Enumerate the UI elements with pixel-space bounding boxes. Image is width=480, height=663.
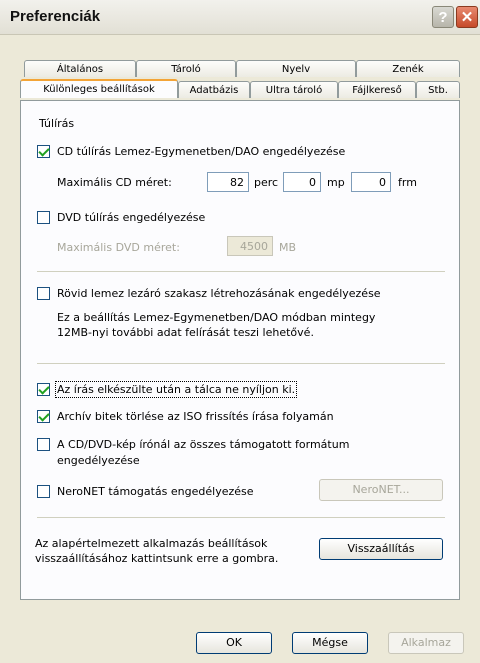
window-title: Preferenciák bbox=[10, 8, 101, 25]
dvd-max-unit: MB bbox=[279, 241, 297, 254]
dvd-overburn-label: DVD túlírás engedélyezése bbox=[57, 211, 206, 224]
help-button[interactable]: ? bbox=[432, 6, 454, 28]
cd-overburn-label: CD túlírás Lemez-Egymenetben/DAO engedél… bbox=[57, 145, 346, 158]
short-leadout-label: Rövid lemez lezáró szakasz létrehozásána… bbox=[57, 287, 381, 300]
ok-button[interactable]: OK bbox=[196, 632, 272, 654]
image-recorder-label-2: engedélyezése bbox=[57, 454, 140, 467]
separator bbox=[37, 517, 445, 518]
dvd-max-label: Maximális DVD méret: bbox=[57, 241, 180, 254]
short-leadout-desc-1: Ez a beállítás Lemez-Egymenetben/DAO mód… bbox=[57, 311, 376, 324]
cd-seconds-unit: mp bbox=[327, 176, 345, 189]
tab-adatbazis[interactable]: Adatbázis bbox=[178, 81, 250, 98]
reset-button[interactable]: Visszaállítás bbox=[319, 538, 443, 560]
short-leadout-checkbox[interactable] bbox=[37, 287, 50, 300]
cd-seconds-input[interactable]: 0 bbox=[283, 172, 321, 192]
tab-stb[interactable]: Stb. bbox=[416, 81, 460, 98]
cd-frames-input[interactable]: 0 bbox=[351, 172, 391, 192]
short-leadout-desc-2: 12MB-nyi további adat felírását teszi le… bbox=[57, 326, 314, 339]
tab-nyelv[interactable]: Nyelv bbox=[236, 60, 356, 77]
clear-archive-checkbox[interactable] bbox=[37, 410, 50, 423]
apply-button[interactable]: Alkalmaz bbox=[388, 632, 464, 654]
cd-minutes-unit: perc bbox=[254, 176, 279, 189]
tab-fajlkereso[interactable]: Fájlkereső bbox=[338, 81, 416, 98]
title-bar: Preferenciák ? ✕ bbox=[0, 0, 480, 35]
image-recorder-label-1: A CD/DVD-kép írónál az összes támogatott… bbox=[57, 438, 350, 451]
cd-frames-unit: frm bbox=[398, 176, 417, 189]
separator bbox=[37, 363, 445, 364]
dvd-overburn-checkbox[interactable] bbox=[37, 211, 50, 224]
neronet-button[interactable]: NeroNET... bbox=[319, 479, 443, 501]
neronet-checkbox[interactable] bbox=[37, 485, 50, 498]
cd-overburn-checkbox[interactable] bbox=[37, 145, 50, 158]
no-tray-open-checkbox[interactable] bbox=[37, 383, 50, 396]
cancel-button[interactable]: Mégse bbox=[292, 632, 368, 654]
neronet-label: NeroNET támogatás engedélyezése bbox=[57, 485, 254, 498]
preferences-dialog: Preferenciák ? ✕ Általános Tároló Nyelv … bbox=[0, 0, 480, 663]
cd-minutes-input[interactable]: 82 bbox=[207, 172, 249, 192]
tab-tarolo[interactable]: Tároló bbox=[136, 60, 236, 77]
image-recorder-checkbox[interactable] bbox=[37, 438, 50, 451]
tab-panel: Túlírás CD túlírás Lemez-Egymenetben/DAO… bbox=[20, 100, 460, 600]
clear-archive-label: Archív bitek törlése az ISO frissítés ír… bbox=[57, 410, 334, 423]
dvd-max-input[interactable]: 4500 bbox=[227, 236, 273, 256]
reset-desc-1: Az alapértelmezett alkalmazás beállításo… bbox=[35, 537, 268, 550]
tab-zenek[interactable]: Zenék bbox=[356, 60, 460, 77]
section-title: Túlírás bbox=[39, 117, 75, 130]
no-tray-open-label: Az írás elkészülte után a tálca ne nyílj… bbox=[54, 381, 298, 398]
tab-kulonleges-beallitasok[interactable]: Különleges beállítások bbox=[20, 79, 178, 98]
reset-desc-2: visszaállításához kattintsunk erre a gom… bbox=[35, 552, 279, 565]
separator bbox=[37, 271, 445, 272]
tab-altalanos[interactable]: Általános bbox=[24, 60, 136, 77]
close-button[interactable]: ✕ bbox=[456, 6, 478, 28]
cd-max-label: Maximális CD méret: bbox=[57, 176, 172, 189]
tab-ultra-tarolo[interactable]: Ultra tároló bbox=[250, 81, 338, 98]
